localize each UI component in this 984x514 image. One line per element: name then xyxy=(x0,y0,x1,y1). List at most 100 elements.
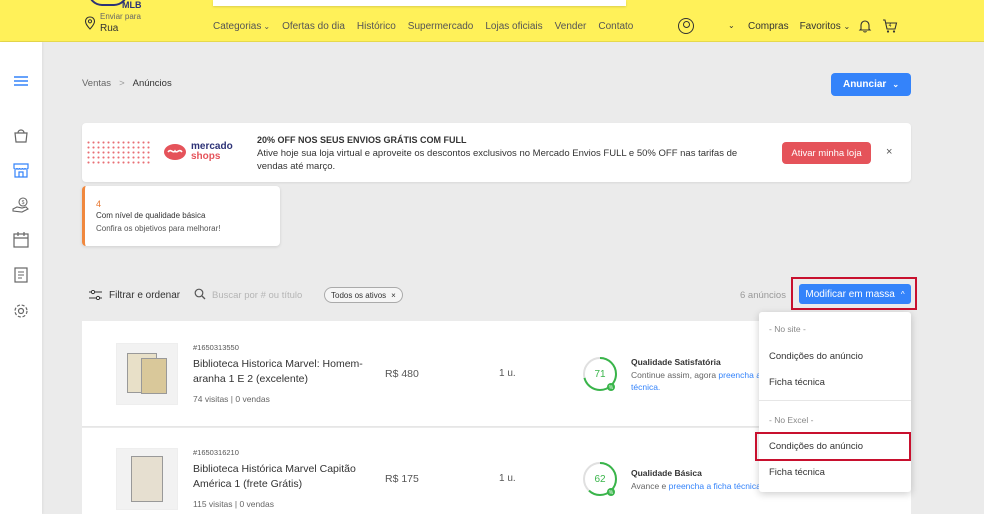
quality-label: Qualidade Básica xyxy=(631,468,702,478)
listing-stats: 115 visitas | 0 vendas xyxy=(193,499,274,509)
dropdown-divider xyxy=(759,400,911,401)
listing-price[interactable]: R$ 175 xyxy=(385,473,419,485)
user-avatar-icon[interactable] xyxy=(678,18,694,34)
filter-icon[interactable] xyxy=(89,290,102,300)
quality-subtitle: Confira os objetivos para melhorar! xyxy=(96,224,221,233)
location-label: Enviar para xyxy=(100,12,141,21)
top-header: MLB Enviar para Rua Categorias ⌄ Ofertas … xyxy=(0,0,984,42)
chevron-down-icon: ⌄ xyxy=(263,22,271,31)
report-icon[interactable] xyxy=(12,266,30,284)
fill-datasheet-link-cont[interactable]: técnica. xyxy=(631,382,660,392)
listing-units[interactable]: 1 u. xyxy=(499,368,516,379)
main-search-bar[interactable] xyxy=(213,0,626,6)
mercado-shops-logo-icon xyxy=(164,144,186,160)
nav-ofertas[interactable]: Ofertas do dia xyxy=(282,21,345,32)
dropdown-section-site: - No site - xyxy=(769,324,806,334)
banner-text: Ative hoje sua loja virtual e aproveite … xyxy=(257,148,738,172)
mercado-shops-logo-line2: shops xyxy=(191,151,221,162)
nav-lojas-oficiais[interactable]: Lojas oficiais xyxy=(485,21,542,32)
favoritos-link[interactable]: Favoritos ⌄ xyxy=(800,21,851,32)
quality-score: 62 xyxy=(594,474,606,485)
book-image xyxy=(141,358,167,394)
search-icon xyxy=(194,288,206,300)
banner-title: 20% OFF NOS SEUS ENVIOS GRÁTIS COM FULL xyxy=(257,135,467,145)
bulk-edit-button[interactable]: Modificar em massa ^ xyxy=(799,284,911,304)
money-hand-icon[interactable]: $ xyxy=(12,196,30,214)
anunciar-button[interactable]: Anunciar ⌄ xyxy=(831,73,911,96)
bell-icon[interactable] xyxy=(858,19,872,33)
quality-hint-text: Continue assim, agora xyxy=(631,370,719,380)
logo-text: MLB xyxy=(122,0,142,10)
close-icon[interactable]: × xyxy=(886,146,892,158)
quality-score-ring: 71 % xyxy=(583,357,617,391)
menu-item-excel-ficha[interactable]: Ficha técnica xyxy=(769,467,825,478)
listing-price[interactable]: R$ 480 xyxy=(385,368,419,380)
chevron-down-icon: ⌄ xyxy=(892,80,900,89)
filter-chip-label: Todos os ativos xyxy=(331,290,387,300)
calendar-icon[interactable] xyxy=(12,231,30,249)
breadcrumb-separator: > xyxy=(119,78,125,89)
filter-sort-button[interactable]: Filtrar e ordenar xyxy=(109,290,180,301)
listing-thumbnail[interactable] xyxy=(116,343,178,405)
quality-hint: Continue assim, agora preencha a ficha té… xyxy=(631,369,781,393)
quality-label: Qualidade Satisfatória xyxy=(631,357,721,367)
bulk-edit-label: Modificar em massa xyxy=(805,288,895,300)
svg-text:4: 4 xyxy=(889,23,892,29)
dropdown-section-excel: - No Excel - xyxy=(769,415,814,425)
quality-hint: Avance e preencha a ficha técnica xyxy=(631,480,761,492)
bulk-edit-highlight: Modificar em massa ^ xyxy=(791,277,917,310)
quality-count: 4 xyxy=(96,199,102,209)
breadcrumb: Ventas > Anúncios xyxy=(82,78,172,89)
nav-historico[interactable]: Histórico xyxy=(357,21,396,32)
chevron-down-icon: ⌄ xyxy=(843,22,851,31)
filter-chip[interactable]: Todos os ativos × xyxy=(324,287,403,303)
quality-score-ring: 62 % xyxy=(583,462,617,496)
menu-icon[interactable] xyxy=(12,72,30,90)
chevron-up-icon: ^ xyxy=(900,289,905,299)
quality-title: Com nível de qualidade básica xyxy=(96,211,206,220)
listing-stats: 74 visitas | 0 vendas xyxy=(193,394,270,404)
listing-id: #1650313550 xyxy=(193,343,239,352)
fill-datasheet-link[interactable]: preencha a ficha técnica xyxy=(669,481,761,491)
breadcrumb-ventas[interactable]: Ventas xyxy=(82,78,111,89)
promo-banner: mercado shops 20% OFF NOS SEUS ENVIOS GR… xyxy=(82,123,911,182)
listings-count: 6 anúncios xyxy=(740,290,786,301)
favoritos-label: Favoritos xyxy=(799,21,841,32)
svg-text:%: % xyxy=(609,490,614,496)
breadcrumb-current: Anúncios xyxy=(132,78,172,89)
location-value: Rua xyxy=(100,23,119,34)
location-pin-icon xyxy=(84,16,96,30)
shopping-bag-icon[interactable] xyxy=(12,126,30,144)
gear-icon[interactable] xyxy=(12,302,30,320)
compras-link[interactable]: Compras xyxy=(748,21,789,32)
nav-vender[interactable]: Vender xyxy=(555,21,587,32)
listing-title[interactable]: Biblioteca Historica Marvel: Homem-aranh… xyxy=(193,357,378,387)
ativar-loja-button[interactable]: Ativar minha loja xyxy=(782,142,871,164)
quality-hint-text: Avance e xyxy=(631,481,669,491)
store-icon[interactable] xyxy=(12,161,30,179)
menu-item-site-condicoes[interactable]: Condições do anúncio xyxy=(769,351,863,362)
listing-thumbnail[interactable] xyxy=(116,448,178,510)
listing-units[interactable]: 1 u. xyxy=(499,473,516,484)
svg-text:%: % xyxy=(609,385,614,391)
decorative-dots xyxy=(86,140,150,166)
quality-card[interactable]: 4 Com nível de qualidade básica Confira … xyxy=(82,186,280,246)
nav-categorias-label: Categorias xyxy=(213,21,262,32)
listing-id: #1650316210 xyxy=(193,448,239,457)
chevron-down-icon[interactable]: ⌄ xyxy=(728,21,735,30)
quality-score: 71 xyxy=(594,369,606,380)
nav-supermercado[interactable]: Supermercado xyxy=(408,21,474,32)
book-image xyxy=(131,456,163,502)
header-right-links: Compras Favoritos ⌄ xyxy=(748,21,850,32)
close-icon[interactable]: × xyxy=(391,291,396,300)
main-nav: Categorias ⌄ Ofertas do dia Histórico Sup… xyxy=(213,21,633,32)
listing-title[interactable]: Biblioteca Histórica Marvel Capitão Amér… xyxy=(193,462,378,492)
nav-contato[interactable]: Contato xyxy=(598,21,633,32)
cart-icon[interactable]: 4 xyxy=(882,18,898,34)
menu-item-site-ficha[interactable]: Ficha técnica xyxy=(769,377,825,388)
excel-condicoes-highlight xyxy=(755,432,911,461)
anunciar-label: Anunciar xyxy=(842,79,887,90)
search-input[interactable] xyxy=(212,287,312,303)
nav-categorias[interactable]: Categorias ⌄ xyxy=(213,21,270,32)
svg-text:$: $ xyxy=(22,200,25,206)
